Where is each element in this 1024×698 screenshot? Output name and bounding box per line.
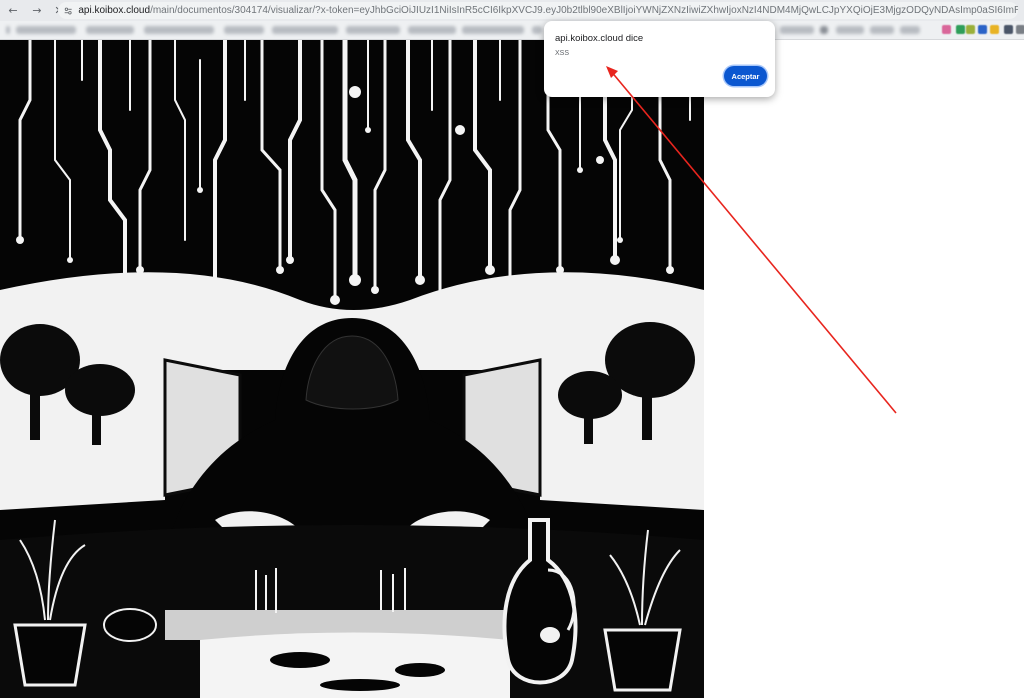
browser-toolbar: ← → ✕ api.koibox.cloud /main/documentos/… [0,0,1024,21]
url-host: api.koibox.cloud [78,5,151,16]
dialog-title: api.koibox.cloud dice [555,33,644,44]
alert-dialog: api.koibox.cloud dice XSS Aceptar [544,21,775,97]
back-icon[interactable]: ← [6,4,20,18]
accept-button[interactable]: Aceptar [724,66,767,86]
dialog-message: XSS [555,50,570,57]
address-bar[interactable]: api.koibox.cloud /main/documentos/304174… [58,2,1018,19]
site-info-icon[interactable] [64,5,72,17]
forward-icon[interactable]: → [30,4,44,18]
document-image [0,40,704,698]
bookmarks-bar [0,21,1024,40]
url-path: /main/documentos/304174/visualizar/?x-to… [150,5,1018,16]
